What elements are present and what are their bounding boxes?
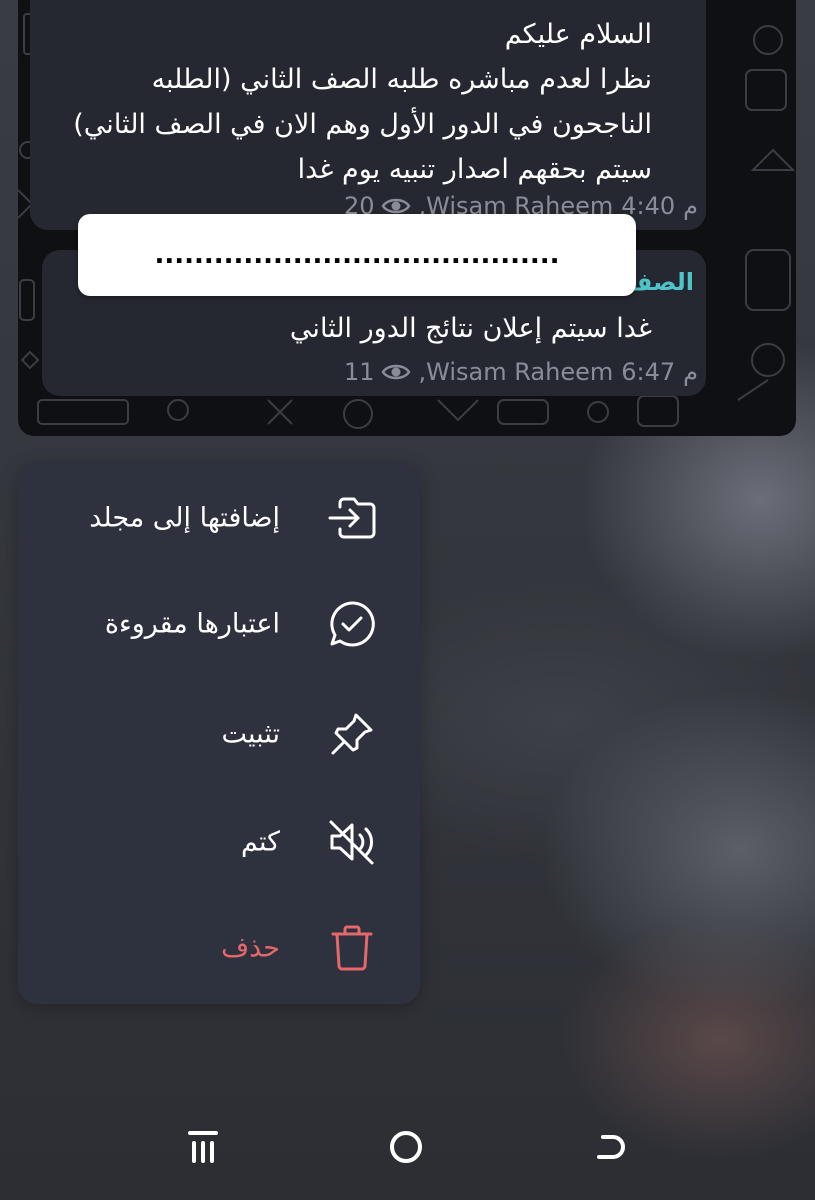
mark-read-icon [324, 596, 380, 652]
add-to-folder-icon [324, 490, 380, 546]
home-icon[interactable] [381, 1122, 431, 1172]
menu-item-label: اعتبارها مقروءة [104, 608, 280, 640]
trash-icon [324, 920, 380, 976]
time-suffix: م [683, 358, 698, 386]
message-text: السلام عليكم نظرا لعدم مباشره طلبه الصف … [73, 19, 652, 185]
message-author: Wisam Raheem, [418, 358, 614, 386]
mute-icon [324, 814, 380, 870]
menu-item-add-to-folder[interactable]: إضافتها إلى مجلد [18, 468, 420, 568]
message-meta: م 6:47 Wisam Raheem, 11 [344, 358, 698, 386]
message-bubble-1[interactable]: السلام عليكم نظرا لعدم مباشره طلبه الصف … [30, 0, 706, 230]
redaction-overlay: ........................................… [78, 214, 636, 296]
menu-item-mute[interactable]: كتم [18, 792, 420, 892]
eye-icon [381, 364, 410, 380]
menu-item-label: إضافتها إلى مجلد [89, 502, 280, 534]
message-time: 6:47 [621, 358, 676, 386]
menu-item-pin[interactable]: تثبيت [18, 684, 420, 784]
view-count: 11 [344, 358, 411, 386]
menu-item-label: كتم [241, 826, 280, 858]
view-count-value: 11 [343, 358, 375, 386]
chat-context-menu: إضافتها إلى مجلد اعتبارها مقروءة تثبيت ك… [18, 462, 420, 1004]
time-suffix: م [683, 192, 698, 220]
back-icon[interactable] [586, 1122, 636, 1172]
menu-item-mark-as-read[interactable]: اعتبارها مقروءة [18, 574, 420, 674]
menu-item-label: تثبيت [221, 718, 280, 750]
message-text: غدا سيتم إعلان نتائج الدور الثاني [289, 313, 652, 344]
recent-apps-icon[interactable] [178, 1122, 228, 1172]
menu-item-label: حذف [221, 932, 280, 964]
system-navigation-bar [0, 1100, 815, 1190]
redaction-dots: ........................................… [154, 240, 560, 270]
menu-item-delete[interactable]: حذف [18, 898, 420, 998]
pin-icon [324, 706, 380, 762]
